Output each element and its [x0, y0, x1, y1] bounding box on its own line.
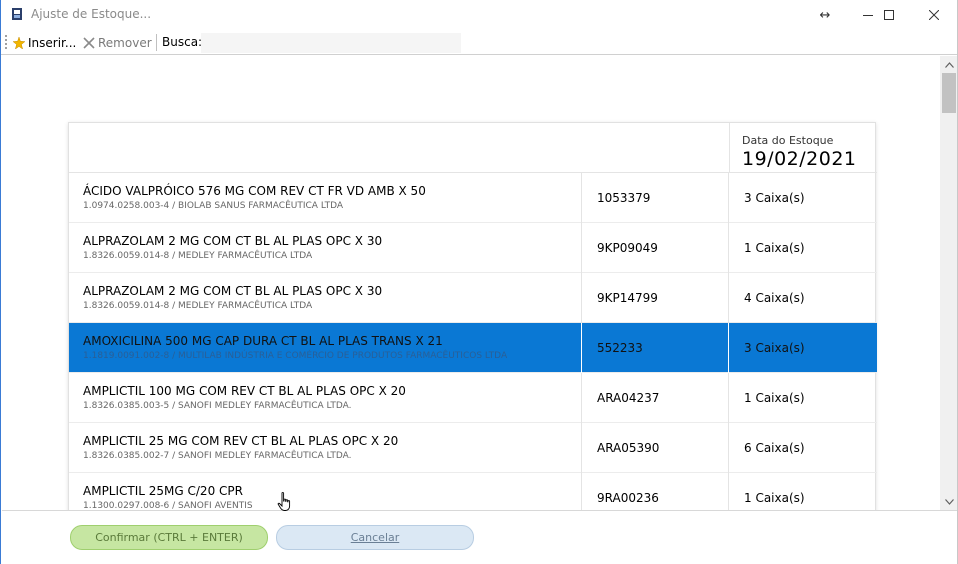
lot-cell: 1053379	[583, 173, 729, 223]
quantity: 3 Caixa(s)	[744, 191, 805, 205]
product-name: AMPLICTIL 100 MG COM REV CT BL AL PLAS O…	[83, 384, 406, 398]
lot-number: 9RA00236	[597, 491, 659, 505]
remove-button[interactable]: Remover	[83, 34, 152, 51]
quantity: 4 Caixa(s)	[744, 291, 805, 305]
table-row[interactable]: ÁCIDO VALPRÓICO 576 MG COM REV CT FR VD …	[69, 173, 877, 223]
lot-number: 9KP09049	[597, 241, 658, 255]
quantity: 1 Caixa(s)	[744, 491, 805, 505]
vertical-scrollbar[interactable]	[940, 56, 957, 510]
lot-number: ARA04237	[597, 391, 660, 405]
stock-card: Data do Estoque 19/02/2021 ÁCIDO VALPRÓI…	[68, 122, 877, 510]
quantity: 3 Caixa(s)	[744, 341, 805, 355]
product-name: ALPRAZOLAM 2 MG COM CT BL AL PLAS OPC X …	[83, 284, 383, 298]
product-registration: 1.8326.0059.014-8 / MEDLEY FARMACÊUTICA …	[83, 251, 313, 261]
product-name: AMOXICILINA 500 MG CAP DURA CT BL AL PLA…	[83, 334, 443, 348]
lot-cell: 552233	[583, 323, 729, 373]
toolbar: Inserir... Remover Busca:	[1, 30, 957, 55]
search-input[interactable]	[201, 33, 461, 53]
insert-button[interactable]: Inserir...	[13, 34, 76, 51]
cancel-button[interactable]: Cancelar	[276, 525, 474, 550]
dialog-footer: Confirmar (CTRL + ENTER) Cancelar	[2, 510, 957, 564]
lot-number: ARA05390	[597, 441, 660, 455]
product-cell: AMOXICILINA 500 MG CAP DURA CT BL AL PLA…	[69, 323, 582, 373]
lot-number: 552233	[597, 341, 643, 355]
close-button[interactable]	[912, 0, 956, 30]
dialog-window: Ajuste de Estoque... ↔ Inserir... Remove…	[0, 0, 958, 564]
maximize-button[interactable]	[867, 0, 911, 30]
stock-rows: ÁCIDO VALPRÓICO 576 MG COM REV CT FR VD …	[69, 173, 877, 510]
quantity-cell: 6 Caixa(s)	[730, 423, 877, 473]
quantity-cell: 3 Caixa(s)	[730, 173, 877, 223]
table-row[interactable]: AMPLICTIL 25 MG COM REV CT BL AL PLAS OP…	[69, 423, 877, 473]
scroll-up-button[interactable]	[940, 56, 957, 73]
quantity-cell: 1 Caixa(s)	[730, 223, 877, 273]
chevron-up-icon	[944, 61, 954, 68]
product-name: AMPLICTIL 25 MG COM REV CT BL AL PLAS OP…	[83, 434, 399, 448]
product-name: ALPRAZOLAM 2 MG COM CT BL AL PLAS OPC X …	[83, 234, 383, 248]
quantity-cell: 1 Caixa(s)	[730, 473, 877, 510]
title-bar: Ajuste de Estoque... ↔	[1, 0, 957, 30]
lot-cell: 9RA00236	[583, 473, 729, 510]
lot-number: 1053379	[597, 191, 651, 205]
maximize-icon	[884, 10, 894, 20]
quantity-cell: 3 Caixa(s)	[730, 323, 877, 373]
content-area: Data do Estoque 19/02/2021 ÁCIDO VALPRÓI…	[2, 56, 940, 510]
card-header: Data do Estoque 19/02/2021	[69, 123, 877, 173]
stock-date-value[interactable]: 19/02/2021	[742, 148, 857, 170]
product-registration: 1.1300.0297.008-6 / SANOFI AVENTIS	[83, 501, 253, 510]
toolbar-separator	[156, 34, 157, 51]
star-icon	[13, 36, 25, 49]
product-cell: ÁCIDO VALPRÓICO 576 MG COM REV CT FR VD …	[69, 173, 582, 223]
quantity: 1 Caixa(s)	[744, 241, 805, 255]
product-cell: AMPLICTIL 100 MG COM REV CT BL AL PLAS O…	[69, 373, 582, 423]
close-icon	[929, 10, 939, 20]
table-row-selected[interactable]: AMOXICILINA 500 MG CAP DURA CT BL AL PLA…	[69, 323, 877, 373]
table-row[interactable]: AMPLICTIL 25MG C/20 CPR 1.1300.0297.008-…	[69, 473, 877, 510]
product-cell: ALPRAZOLAM 2 MG COM CT BL AL PLAS OPC X …	[69, 223, 582, 273]
table-row[interactable]: AMPLICTIL 100 MG COM REV CT BL AL PLAS O…	[69, 373, 877, 423]
product-registration: 1.8326.0385.003-5 / SANOFI MEDLEY FARMAC…	[83, 401, 352, 411]
table-row[interactable]: ALPRAZOLAM 2 MG COM CT BL AL PLAS OPC X …	[69, 223, 877, 273]
product-registration: 1.8326.0385.002-7 / SANOFI MEDLEY FARMAC…	[83, 451, 352, 461]
product-registration: 1.8326.0059.014-8 / MEDLEY FARMACÊUTICA …	[83, 301, 313, 311]
quantity: 1 Caixa(s)	[744, 391, 805, 405]
resize-button[interactable]: ↔	[803, 0, 847, 30]
chevron-down-icon	[944, 498, 954, 505]
product-name: ÁCIDO VALPRÓICO 576 MG COM REV CT FR VD …	[83, 184, 426, 198]
product-cell: AMPLICTIL 25 MG COM REV CT BL AL PLAS OP…	[69, 423, 582, 473]
app-window-icon	[12, 8, 22, 20]
table-row[interactable]: ALPRAZOLAM 2 MG COM CT BL AL PLAS OPC X …	[69, 273, 877, 323]
scroll-thumb[interactable]	[942, 73, 956, 113]
lot-cell: ARA05390	[583, 423, 729, 473]
product-registration: 1.0974.0258.003-4 / BIOLAB SANUS FARMACÊ…	[83, 201, 344, 211]
quantity-cell: 1 Caixa(s)	[730, 373, 877, 423]
lot-number: 9KP14799	[597, 291, 658, 305]
scroll-down-button[interactable]	[940, 493, 957, 510]
stock-date-column: Data do Estoque 19/02/2021	[729, 123, 877, 173]
product-cell: AMPLICTIL 25MG C/20 CPR 1.1300.0297.008-…	[69, 473, 582, 510]
confirm-button[interactable]: Confirmar (CTRL + ENTER)	[70, 525, 268, 550]
window-title: Ajuste de Estoque...	[31, 7, 152, 21]
lot-cell: ARA04237	[583, 373, 729, 423]
lot-cell: 9KP14799	[583, 273, 729, 323]
toolbar-grip	[5, 35, 7, 49]
quantity: 6 Caixa(s)	[744, 441, 805, 455]
quantity-cell: 4 Caixa(s)	[730, 273, 877, 323]
stock-date-label: Data do Estoque	[742, 134, 834, 147]
lot-cell: 9KP09049	[583, 223, 729, 273]
product-registration: 1.1819.0091.002-8 / MULTILAB INDÚSTRIA E…	[83, 351, 508, 361]
product-name: AMPLICTIL 25MG C/20 CPR	[83, 484, 243, 498]
insert-label: Inserir...	[28, 35, 77, 50]
search-label: Busca:	[162, 35, 203, 49]
remove-label: Remover	[98, 35, 152, 50]
hand-pointer-icon	[277, 492, 291, 511]
product-cell: ALPRAZOLAM 2 MG COM CT BL AL PLAS OPC X …	[69, 273, 582, 323]
close-x-icon	[83, 36, 95, 49]
